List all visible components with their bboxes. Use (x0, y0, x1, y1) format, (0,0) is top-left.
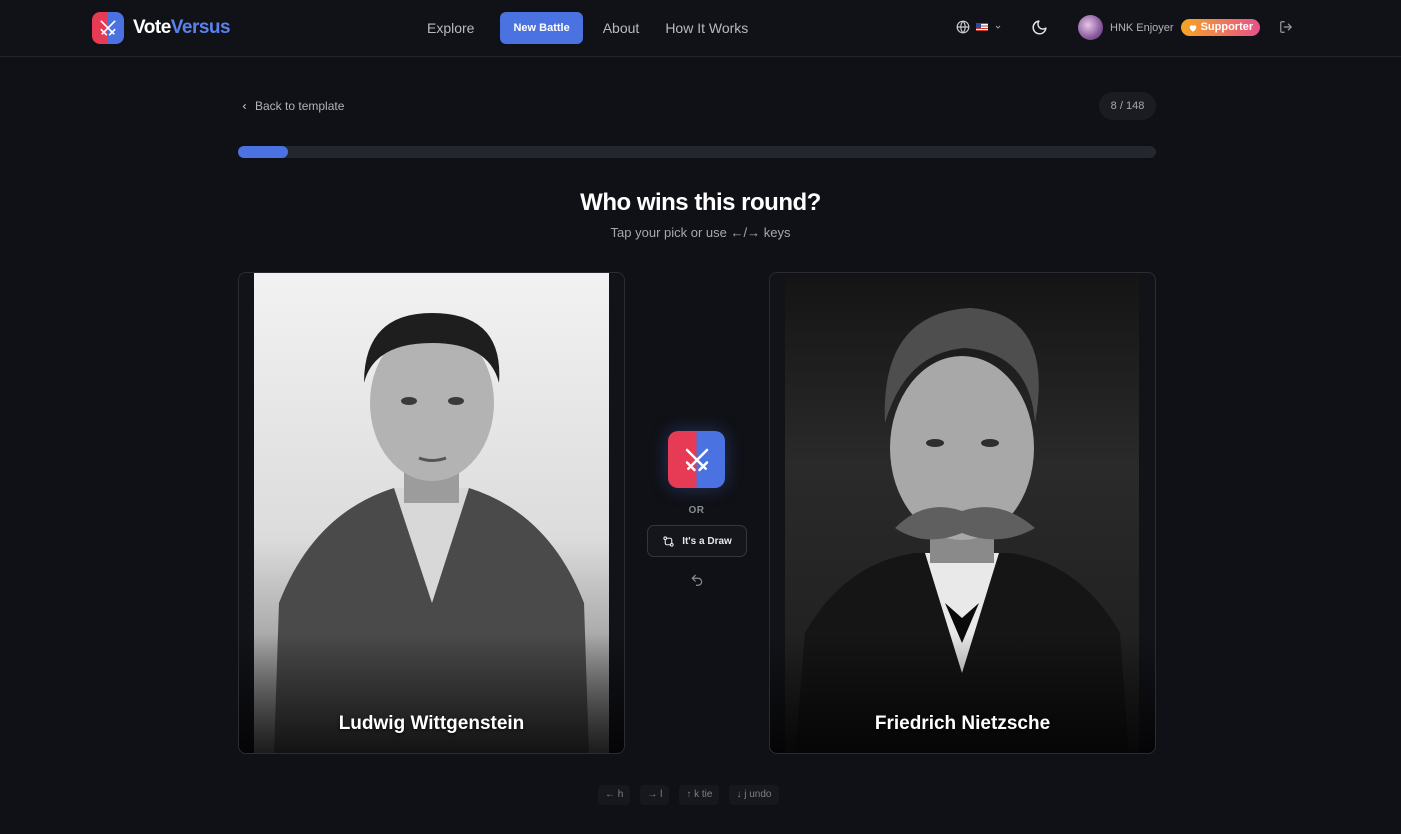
back-link-label: Back to template (255, 99, 345, 113)
heart-icon (1189, 24, 1196, 32)
user-name: HNK Enjoyer (1110, 21, 1174, 34)
logout-icon (1280, 21, 1292, 33)
key-hint-undo: ↓ j undo (729, 785, 779, 805)
contender-name-left: Ludwig Wittgenstein (338, 713, 525, 734)
crossed-swords-icon (685, 448, 708, 471)
versus-emblem (668, 431, 725, 488)
us-flag-icon (976, 23, 988, 31)
key-hint-tie: ↑ k tie (679, 785, 720, 805)
back-to-template-link[interactable]: Back to template (240, 99, 344, 113)
progress-bar-fill (238, 146, 288, 158)
page-subtitle: Tap your pick or use ←/→ keys (610, 225, 791, 240)
key-hint-left: ← h (598, 785, 631, 805)
top-navbar: VoteVersus Explore New Battle About How … (0, 0, 1401, 57)
contender-name-right: Friedrich Nietzsche (874, 713, 1051, 734)
card-shade-right (770, 633, 1155, 753)
keyboard-hints: ← h → l ↑ k tie ↓ j undo (598, 785, 779, 805)
round-counter: 8 / 148 (1099, 92, 1156, 120)
logo-word-versus: Versus (170, 17, 231, 38)
theme-toggle-button[interactable] (1031, 19, 1048, 41)
card-shade-left (239, 633, 624, 753)
contender-card-right[interactable]: Friedrich Nietzsche (769, 272, 1156, 754)
logo-text: VoteVersus (133, 17, 231, 39)
chevron-down-icon (995, 25, 1001, 29)
nav-about-link[interactable]: About (603, 20, 640, 36)
logout-button[interactable] (1279, 20, 1293, 39)
supporter-badge-label: Supporter (1200, 21, 1254, 33)
avatar (1078, 15, 1103, 40)
draw-button-label: It's a Draw (682, 535, 732, 547)
globe-icon (956, 20, 970, 34)
key-hint-right: → l (640, 785, 670, 805)
site-logo[interactable]: VoteVersus (92, 12, 231, 44)
contender-card-left[interactable]: Ludwig Wittgenstein (238, 272, 625, 754)
progress-bar (238, 146, 1156, 158)
language-selector[interactable] (956, 20, 1002, 34)
main-nav: Explore New Battle About How It Works (427, 12, 774, 44)
crossed-swords-icon (92, 12, 124, 44)
swap-icon (663, 535, 674, 547)
moon-icon (1032, 20, 1047, 35)
nav-explore-link[interactable]: Explore (427, 20, 474, 36)
chevron-left-icon (242, 103, 247, 109)
user-menu[interactable]: HNK Enjoyer Supporter (1078, 15, 1261, 40)
logo-word-vote: Vote (133, 17, 171, 38)
new-battle-button[interactable]: New Battle (500, 12, 583, 44)
page-title: Who wins this round? (580, 189, 821, 216)
nav-how-it-works-link[interactable]: How It Works (665, 20, 748, 36)
undo-button[interactable] (690, 573, 704, 592)
undo-icon (691, 574, 703, 586)
draw-button[interactable]: It's a Draw (647, 525, 747, 557)
or-label: OR (688, 505, 705, 516)
supporter-badge: Supporter (1180, 19, 1261, 36)
